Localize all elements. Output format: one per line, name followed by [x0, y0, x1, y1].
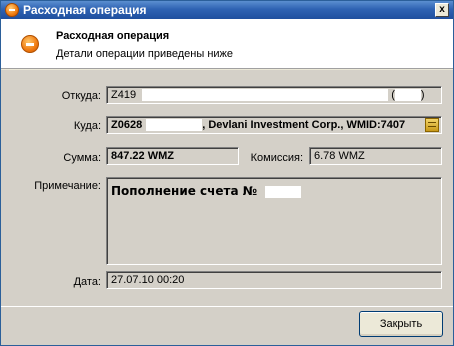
- note-text: Пополнение счета №: [111, 184, 258, 198]
- window-close-button[interactable]: x: [435, 3, 449, 17]
- wallet-icon[interactable]: [425, 118, 439, 132]
- redacted-block: [394, 89, 421, 102]
- dialog-footer: Закрыть: [1, 306, 453, 345]
- title-bar[interactable]: Расходная операция x: [1, 1, 453, 19]
- from-label: Откуда:: [61, 90, 101, 102]
- amount-label: Сумма:: [63, 152, 101, 164]
- note-label: Примечание:: [34, 180, 101, 192]
- dialog-header: Расходная операция Детали операции приве…: [1, 19, 453, 69]
- to-details: , Devlani Investment Corp., WMID:7407: [202, 119, 406, 131]
- from-purse: Z419: [111, 89, 137, 101]
- amount-field[interactable]: 847.22 WMZ: [106, 147, 239, 165]
- date-field[interactable]: 27.07.10 00:20: [106, 271, 442, 289]
- commission-label: Комиссия:: [250, 152, 303, 164]
- note-field[interactable]: Пополнение счета №: [106, 177, 442, 265]
- form-area: Откуда: Z419 () Куда: Z0628 , Devlani Inv…: [1, 70, 453, 306]
- operation-dialog: Расходная операция x Расходная операция …: [0, 0, 454, 346]
- commission-field[interactable]: 6.78 WMZ: [309, 147, 442, 165]
- to-purse: Z0628: [111, 119, 143, 131]
- redacted-block: [146, 119, 203, 132]
- header-title: Расходная операция: [56, 30, 170, 42]
- from-paren-close: ): [420, 89, 425, 101]
- redacted-block: [265, 185, 302, 198]
- window-title: Расходная операция: [23, 3, 147, 17]
- to-field[interactable]: Z0628 , Devlani Investment Corp., WMID:74…: [106, 116, 442, 134]
- to-label: Куда:: [73, 120, 101, 132]
- redacted-block: [142, 89, 389, 102]
- minus-circle-icon: [5, 3, 19, 17]
- close-button[interactable]: Закрыть: [359, 311, 443, 337]
- from-field[interactable]: Z419 (): [106, 86, 442, 104]
- date-label: Дата:: [73, 276, 101, 288]
- header-subtitle: Детали операции приведены ниже: [56, 48, 234, 60]
- minus-circle-icon: [21, 35, 39, 53]
